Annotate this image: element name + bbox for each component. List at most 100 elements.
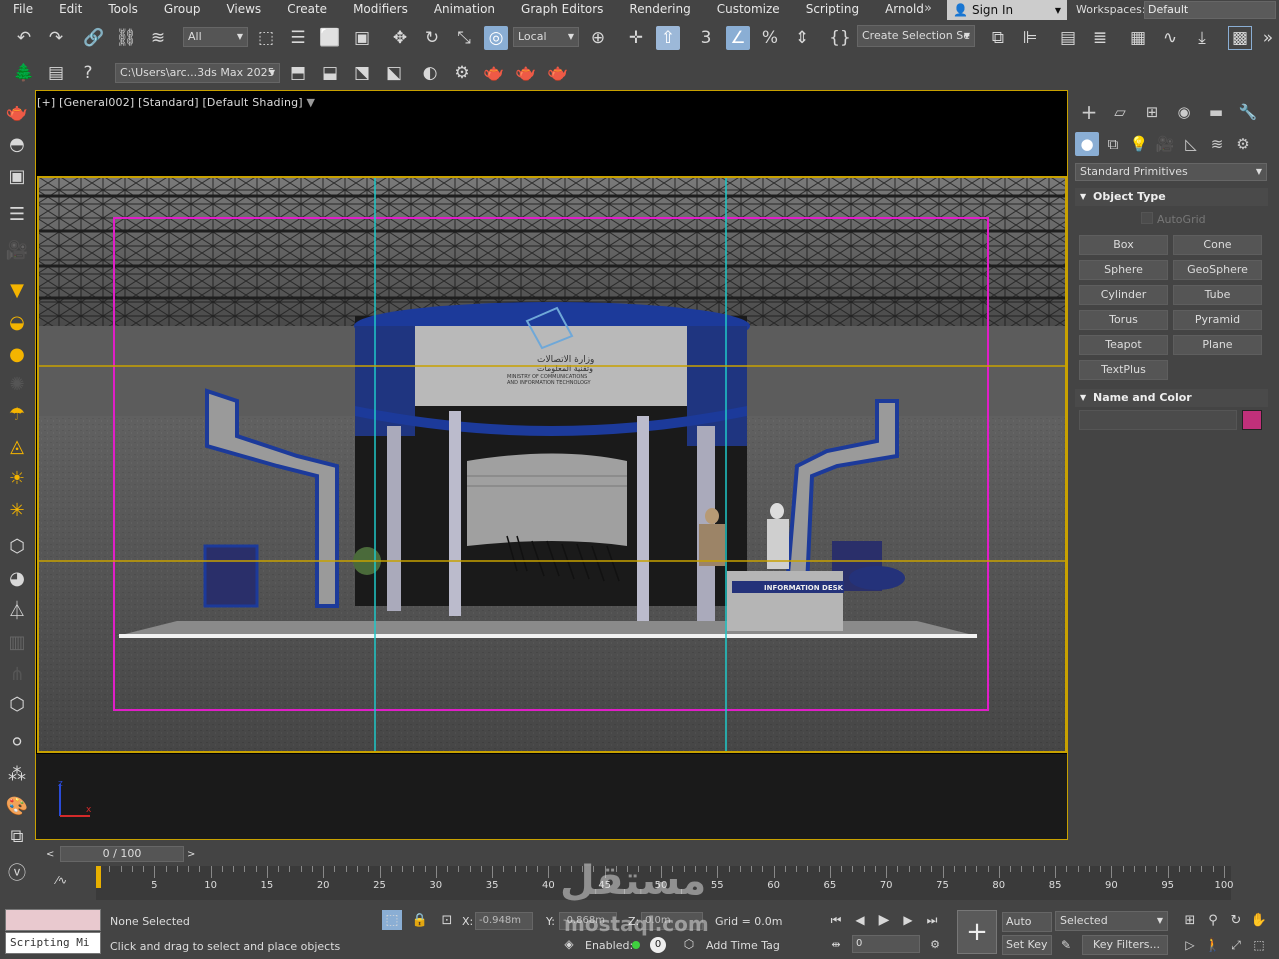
time-tag-icon[interactable]: 0 — [650, 937, 666, 953]
teapot-button[interactable]: Teapot — [1079, 335, 1168, 355]
category-dropdown[interactable]: Standard Primitives ▼ — [1075, 163, 1267, 181]
modifier-box-icon[interactable]: ⬡ — [4, 532, 30, 560]
modify-tab-icon[interactable]: ▱ — [1108, 100, 1132, 124]
bone-icon[interactable]: ⏃ — [4, 596, 30, 624]
menu-icon[interactable]: ▤ — [44, 61, 68, 85]
menu-graph-editors[interactable]: Graph Editors — [508, 0, 616, 20]
menu-customize[interactable]: Customize — [704, 0, 793, 20]
uv-icon[interactable]: ◕ — [4, 564, 30, 592]
material-sphere-icon[interactable]: ⚪ — [4, 728, 30, 756]
sphere-button[interactable]: Sphere — [1079, 260, 1168, 280]
viewport-label[interactable]: [+] [General002] [Standard] [Default Sha… — [37, 96, 315, 109]
menu-file[interactable]: File — [0, 0, 46, 20]
motion-tab-icon[interactable]: ◉ — [1172, 100, 1196, 124]
current-frame-field[interactable]: 0 — [852, 935, 920, 953]
plane-button[interactable]: Plane — [1173, 335, 1262, 355]
orbit-icon[interactable]: ↻ — [1226, 910, 1246, 930]
pivot-center-icon[interactable]: ⊕ — [586, 26, 610, 50]
go-to-end-icon[interactable]: ⏭ — [922, 910, 942, 930]
help-icon[interactable]: ? — [76, 61, 100, 85]
select-and-place-icon[interactable]: ◎ — [484, 26, 508, 50]
script-listener-input[interactable]: Scripting Mi — [5, 932, 101, 954]
menu-create[interactable]: Create — [274, 0, 340, 20]
selection-filter-dropdown[interactable]: All ▼ — [183, 27, 248, 47]
snaps-toggle-icon[interactable]: 3 — [694, 26, 718, 50]
utilities-tab-icon[interactable]: 🔧 — [1236, 100, 1260, 124]
select-object-icon[interactable]: ⬚ — [254, 26, 278, 50]
render-iterative-icon[interactable]: 🫖 — [514, 61, 538, 85]
window-crossing-icon[interactable]: ▣ — [350, 26, 374, 50]
select-manipulate-icon[interactable]: ✛ — [624, 26, 648, 50]
filter-icon[interactable]: ▼ — [307, 96, 316, 109]
angle-snap-icon[interactable]: ∠ — [726, 26, 750, 50]
schematic-view-icon[interactable]: ⤓ — [1190, 26, 1214, 50]
cone-button[interactable]: Cone — [1173, 235, 1262, 255]
display-tab-icon[interactable]: ▬ — [1204, 100, 1228, 124]
toolbar-overflow-icon[interactable]: » — [1256, 26, 1279, 50]
daylight-icon[interactable]: ✳ — [4, 496, 30, 524]
menu-overflow-button[interactable]: » — [924, 1, 932, 16]
toggle-ribbon-icon[interactable]: ▦ — [1126, 26, 1150, 50]
key-filters-button[interactable]: Key Filters... — [1082, 935, 1168, 955]
sign-in-dropdown[interactable]: 👤 Sign In ▼ — [947, 0, 1067, 20]
play-icon[interactable]: ▶ — [874, 910, 894, 930]
helpers-icon[interactable]: ◺ — [1179, 132, 1203, 156]
sky-light-icon[interactable]: ● — [4, 340, 30, 368]
hierarchy-tab-icon[interactable]: ⊞ — [1140, 100, 1164, 124]
keyboard-shortcut-override-icon[interactable]: ⇧ — [656, 26, 680, 50]
textplus-button[interactable]: TextPlus — [1079, 360, 1168, 380]
layer-explorer-icon[interactable]: ≣ — [1088, 26, 1112, 50]
isolate-selection-icon[interactable]: ⬒ — [286, 61, 310, 85]
isolate-toggle-icon[interactable]: ⬚ — [382, 910, 402, 930]
sphere-primitive-icon[interactable]: ◓ — [4, 130, 30, 158]
undo-icon[interactable]: ↶ — [12, 26, 36, 50]
tube-button[interactable]: Tube — [1173, 285, 1262, 305]
material-library-icon[interactable]: ⁂ — [4, 760, 30, 788]
dome-light-icon[interactable]: ◒ — [4, 308, 30, 336]
adaptive-degradation-icon[interactable]: ◈ — [560, 935, 578, 953]
menu-scripting[interactable]: Scripting — [793, 0, 872, 20]
time-next-button[interactable]: > — [187, 849, 195, 860]
select-children-icon[interactable]: ⬓ — [318, 61, 342, 85]
object-color-swatch[interactable] — [1242, 410, 1262, 430]
rectangular-selection-icon[interactable]: ⬜ — [318, 26, 342, 50]
camera-icon[interactable]: 🎥 — [4, 236, 30, 264]
align-icon[interactable]: ⊫ — [1018, 26, 1042, 50]
cylinder-button[interactable]: Cylinder — [1079, 285, 1168, 305]
key-pointer-icon[interactable]: ✎ — [1056, 935, 1076, 955]
script-listener-output[interactable] — [5, 909, 101, 931]
render-activeshade-icon[interactable]: 🫖 — [546, 61, 570, 85]
time-config-icon[interactable]: ⚙ — [926, 935, 944, 953]
menu-tools[interactable]: Tools — [95, 0, 151, 20]
scene-converter-icon[interactable]: 🌲 — [12, 61, 36, 85]
next-frame-icon[interactable]: ▶︎ — [898, 910, 918, 930]
absolute-mode-icon[interactable]: ⊡ — [437, 910, 457, 930]
menu-edit[interactable]: Edit — [46, 0, 95, 20]
menu-rendering[interactable]: Rendering — [616, 0, 703, 20]
object-type-rollout-header[interactable]: ▼ Object Type — [1075, 188, 1268, 206]
field-of-view-icon[interactable]: ▷ — [1180, 935, 1200, 955]
link-icon[interactable]: 🔗 — [82, 26, 106, 50]
render-production-icon[interactable]: 🫖 — [482, 61, 506, 85]
render-setup-icon[interactable]: ◐ — [418, 61, 442, 85]
workspace-select[interactable]: Default — [1144, 1, 1276, 19]
maximize-viewport-icon[interactable]: ⤢ — [1226, 935, 1246, 955]
lights-icon[interactable]: 💡 — [1127, 132, 1151, 156]
space-warps-icon[interactable]: ≋ — [1205, 132, 1229, 156]
box-button[interactable]: Box — [1079, 235, 1168, 255]
pyramid-button[interactable]: Pyramid — [1173, 310, 1262, 330]
vray-icon[interactable]: ⓥ — [4, 858, 30, 886]
x-coordinate-field[interactable]: -0.948m — [475, 912, 533, 930]
material-editor-icon[interactable]: ▩ — [1228, 26, 1252, 50]
go-to-start-icon[interactable]: ⏮ — [826, 910, 846, 930]
select-and-rotate-icon[interactable]: ↻ — [420, 26, 444, 50]
unlink-icon[interactable]: ⛓ — [114, 26, 138, 50]
set-key-button[interactable]: Set Key — [1002, 935, 1052, 955]
bind-space-warp-icon[interactable]: ≋ — [146, 26, 170, 50]
shapes-icon[interactable]: ⧉ — [1101, 132, 1125, 156]
select-by-name-icon[interactable]: ☰ — [286, 26, 310, 50]
curve-editor-toggle[interactable]: ⁄∿ — [56, 874, 67, 887]
key-mode-icon[interactable]: ⇹ — [826, 935, 846, 953]
autogrid-checkbox[interactable] — [1141, 212, 1153, 224]
time-slider[interactable]: 0 / 100 — [60, 846, 184, 862]
